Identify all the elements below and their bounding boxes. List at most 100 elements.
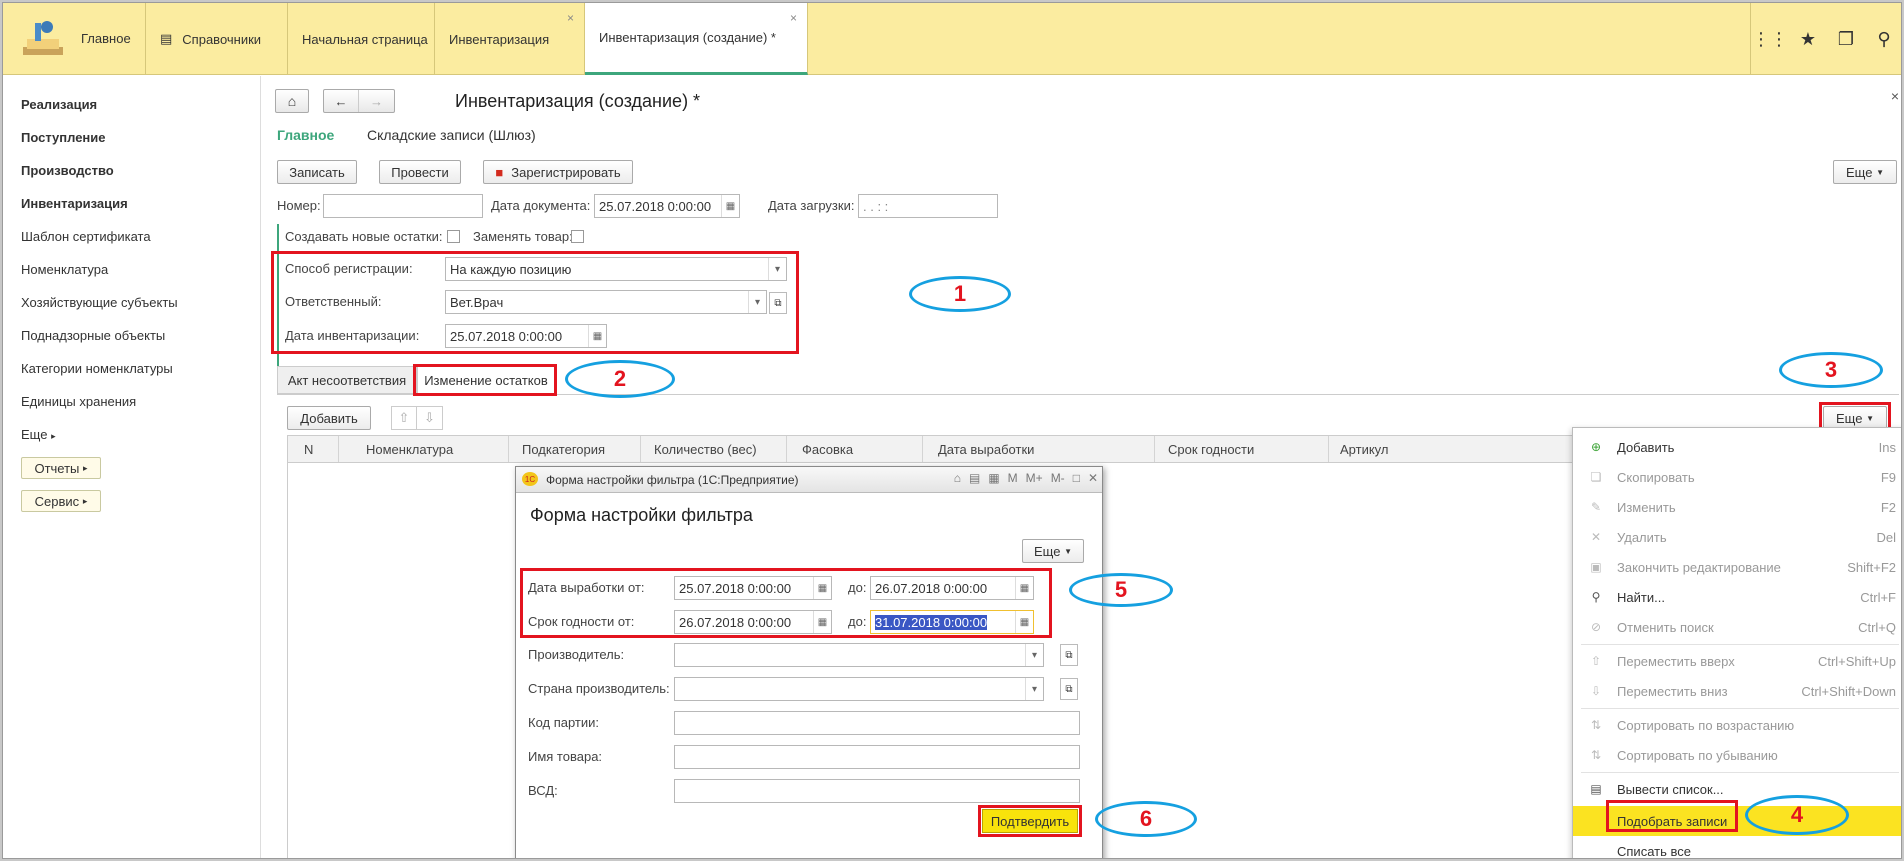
sidebar-item-sales[interactable]: Реализация (21, 97, 97, 112)
menu-item-copy[interactable]: ❏ Скопировать F9 (1573, 464, 1901, 490)
add-row-button[interactable]: Добавить (287, 406, 371, 430)
history-nav: ← → (323, 89, 395, 113)
column-header[interactable]: Артикул (1340, 442, 1388, 457)
sidebar-item-production[interactable]: Производство (21, 163, 114, 178)
sidebar-item-supervised-objects[interactable]: Поднадзорные объекты (21, 328, 165, 343)
open-icon[interactable]: ⧉ (1060, 678, 1078, 700)
load-date-field[interactable]: . . : : (858, 194, 998, 218)
tab-start-page[interactable]: Начальная страница (288, 3, 435, 75)
close-icon[interactable]: × (1891, 88, 1899, 104)
menu-item-finish-editing[interactable]: ▣ Закончить редактирование Shift+F2 (1573, 554, 1901, 580)
history-icon[interactable]: ❐ (1827, 3, 1865, 75)
sidebar-item-receipt[interactable]: Поступление (21, 130, 106, 145)
annotation-box-4 (1606, 800, 1738, 832)
chevron-down-icon: ▼ (1064, 546, 1072, 556)
memory-minus-icon[interactable]: M- (1051, 471, 1065, 485)
apps-grid-icon[interactable]: ⋮⋮ (1751, 3, 1789, 75)
menu-item-output-list[interactable]: ▤ Вывести список... (1573, 776, 1901, 802)
chevron-down-icon[interactable]: ▾ (1025, 644, 1043, 666)
service-button[interactable]: Сервис ▸ (21, 490, 101, 512)
sidebar-item-nomenclature-categories[interactable]: Категории номенклатуры (21, 361, 173, 376)
menu-item-move-up[interactable]: ⇧ Переместить вверх Ctrl+Shift+Up (1573, 648, 1901, 674)
menu-item-move-down[interactable]: ⇩ Переместить вниз Ctrl+Shift+Down (1573, 678, 1901, 704)
sidebar-item-more[interactable]: Еще ▸ (21, 427, 56, 442)
close-icon[interactable]: × (790, 11, 797, 25)
maximize-icon[interactable]: □ (1073, 471, 1080, 485)
home-icon[interactable]: ⌂ (954, 471, 961, 485)
search-icon[interactable]: ⚲ (1865, 3, 1901, 75)
create-new-checkbox[interactable] (447, 230, 460, 243)
copy-icon: ❏ (1590, 470, 1602, 484)
search-icon: ⚲ (1591, 590, 1601, 604)
close-icon[interactable]: ✕ (1088, 471, 1098, 485)
home-tab[interactable]: Главное (3, 3, 146, 75)
sidebar-item-nomenclature[interactable]: Номенклатура (21, 262, 108, 277)
column-header[interactable]: Срок годности (1168, 442, 1254, 457)
column-header[interactable]: Подкатегория (522, 442, 605, 457)
top-tab-bar: Главное ▤ Справочники Начальная страница… (3, 3, 1901, 75)
sidebar-item-storage-units[interactable]: Единицы хранения (21, 394, 136, 409)
column-header[interactable]: Дата выработки (938, 442, 1034, 457)
vsd-field[interactable] (674, 779, 1080, 803)
modal-title-bar[interactable]: 1С Форма настройки фильтра (1С:Предприят… (516, 467, 1102, 493)
doc-date-field[interactable]: 25.07.2018 0:00:00 ▦ (594, 194, 740, 218)
reports-button[interactable]: Отчеты ▸ (21, 457, 101, 479)
country-select[interactable]: ▾ (674, 677, 1044, 701)
move-buttons: ⇧ ⇩ (391, 406, 443, 430)
column-header[interactable]: Фасовка (802, 442, 853, 457)
chevron-right-icon: ▸ (82, 495, 88, 506)
subtab-main[interactable]: Главное (277, 127, 334, 143)
menu-item-write-off-all[interactable]: Списать все (1573, 838, 1901, 859)
sidebar-item-certificate-template[interactable]: Шаблон сертификата (21, 229, 151, 244)
annotation-5: 5 (1069, 573, 1173, 607)
open-icon[interactable]: ⧉ (1060, 644, 1078, 666)
menu-item-add[interactable]: ⊕ Добавить Ins (1573, 434, 1901, 460)
forward-arrow-icon[interactable]: → (359, 90, 394, 112)
column-header[interactable]: N (304, 442, 313, 457)
subtab-warehouse-records[interactable]: Складские записи (Шлюз) (367, 127, 536, 143)
goods-name-field[interactable] (674, 745, 1080, 769)
post-button[interactable]: Провести (379, 160, 461, 184)
producer-select[interactable]: ▾ (674, 643, 1044, 667)
sidebar-item-inventory[interactable]: Инвентаризация (21, 196, 128, 211)
more-button[interactable]: Еще ▼ (1833, 160, 1897, 184)
register-icon: ■ (495, 164, 504, 180)
menu-item-cancel-search[interactable]: ⊘ Отменить поиск Ctrl+Q (1573, 614, 1901, 640)
batch-field[interactable] (674, 711, 1080, 735)
home-tab-label: Главное (81, 31, 131, 46)
column-header[interactable]: Количество (вес) (654, 442, 757, 457)
replace-goods-checkbox[interactable] (571, 230, 584, 243)
menu-item-edit[interactable]: ✎ Изменить F2 (1573, 494, 1901, 520)
star-icon[interactable]: ★ (1789, 3, 1827, 75)
menu-item-delete[interactable]: ✕ Удалить Del (1573, 524, 1901, 550)
menu-item-sort-asc[interactable]: ⇅ Сортировать по возрастанию (1573, 712, 1901, 738)
tab-directories[interactable]: ▤ Справочники (146, 3, 288, 75)
calendar-icon[interactable]: ▦ (721, 195, 739, 217)
doc-date-label: Дата документа: (491, 198, 591, 213)
save-button[interactable]: Записать (277, 160, 357, 184)
chevron-down-icon[interactable]: ▾ (1025, 678, 1043, 700)
tab-mismatch-act[interactable]: Акт несоответствия (277, 366, 417, 394)
tab-label: Инвентаризация (449, 31, 550, 47)
modal-more-button[interactable]: Еще ▼ (1022, 539, 1084, 563)
back-arrow-icon[interactable]: ← (324, 90, 360, 112)
memory-icon[interactable]: M (1008, 471, 1018, 485)
column-header[interactable]: Номенклатура (366, 442, 453, 457)
calendar-icon[interactable]: ▦ (988, 471, 999, 485)
tab-inventory-create[interactable]: Инвентаризация (создание) * × (585, 3, 808, 75)
menu-item-find[interactable]: ⚲ Найти... Ctrl+F (1573, 584, 1901, 610)
home-button[interactable]: ⌂ (275, 89, 309, 113)
vsd-label: ВСД: (528, 783, 558, 798)
memory-plus-icon[interactable]: M+ (1026, 471, 1043, 485)
sidebar: Реализация Поступление Производство Инве… (3, 76, 261, 858)
close-icon[interactable]: × (567, 11, 574, 25)
arrow-down-icon[interactable]: ⇩ (417, 407, 442, 429)
document-icon[interactable]: ▤ (969, 471, 980, 485)
register-button[interactable]: ■ Зарегистрировать (483, 160, 633, 184)
number-field[interactable] (323, 194, 483, 218)
tab-label: Справочники (182, 31, 262, 47)
sidebar-item-business-entities[interactable]: Хозяйствующие субъекты (21, 295, 178, 310)
tab-inventory[interactable]: Инвентаризация × (435, 3, 585, 75)
menu-item-sort-desc[interactable]: ⇅ Сортировать по убыванию (1573, 742, 1901, 768)
arrow-up-icon[interactable]: ⇧ (392, 407, 418, 429)
